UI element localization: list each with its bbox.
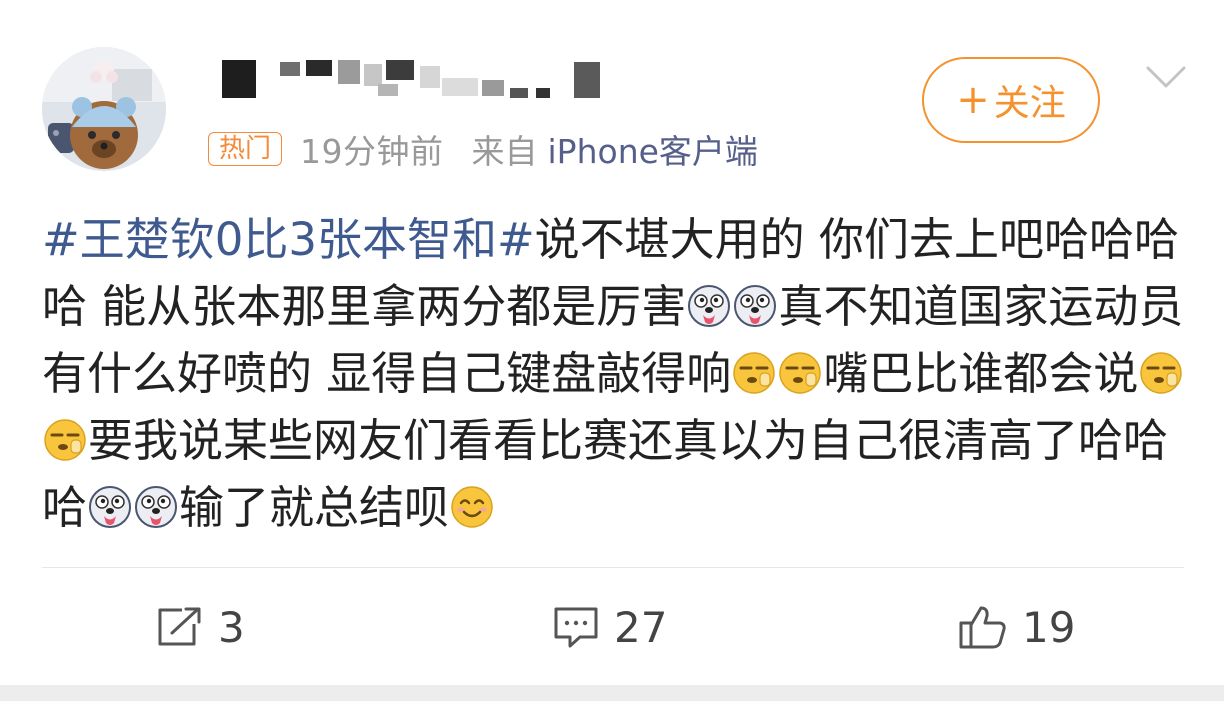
yawn-emoji-icon xyxy=(44,419,86,461)
divider xyxy=(42,567,1184,568)
follow-label: 关注 xyxy=(993,83,1066,124)
hashtag-link[interactable]: #王楚钦0比3张本智和# xyxy=(42,213,535,266)
smile-emoji-icon xyxy=(451,486,493,528)
husky-emoji-icon xyxy=(135,486,178,528)
hot-tag: 热门 xyxy=(208,132,283,166)
post-time: 19分钟前 xyxy=(300,132,444,171)
feed-gap xyxy=(0,685,1224,701)
repost-button[interactable]: 3 xyxy=(156,598,245,656)
husky-emoji-icon xyxy=(688,285,731,327)
content-text-5: 输了就总结呗 xyxy=(179,481,450,534)
chevron-down-icon[interactable] xyxy=(1144,60,1188,96)
yawn-emoji-icon xyxy=(733,352,776,394)
comment-count: 27 xyxy=(614,602,668,652)
source-client[interactable]: iPhone客户端 xyxy=(548,125,758,173)
content-text-3: 嘴巴比谁都会说 xyxy=(823,347,1139,400)
repost-icon xyxy=(158,607,201,646)
source-label: 来自 xyxy=(471,132,538,171)
plus-icon: + xyxy=(956,77,990,123)
like-count: 19 xyxy=(1022,602,1076,652)
post-content: #王楚钦0比3张本智和#说不堪大用的 你们去上吧哈哈哈哈 能从张本那里拿两分都是… xyxy=(42,206,1192,541)
husky-emoji-icon xyxy=(89,486,132,528)
comment-button[interactable]: 27 xyxy=(552,598,667,656)
post-meta: 热门 19分钟前 来自 iPhone客户端 xyxy=(208,125,758,173)
username-mosaic[interactable] xyxy=(218,58,608,100)
thumbs-up-icon xyxy=(959,606,1006,649)
like-button[interactable]: 19 xyxy=(958,598,1075,656)
weibo-post: 热门 19分钟前 来自 iPhone客户端 + 关注 #王楚钦0比3张本智和#说… xyxy=(0,0,1224,685)
follow-button[interactable]: + 关注 xyxy=(922,57,1100,143)
yawn-emoji-icon xyxy=(1140,352,1183,394)
repost-count: 3 xyxy=(218,602,245,652)
avatar[interactable] xyxy=(42,47,166,171)
comment-icon xyxy=(554,607,598,648)
yawn-emoji-icon xyxy=(779,352,822,394)
husky-emoji-icon xyxy=(734,285,777,327)
